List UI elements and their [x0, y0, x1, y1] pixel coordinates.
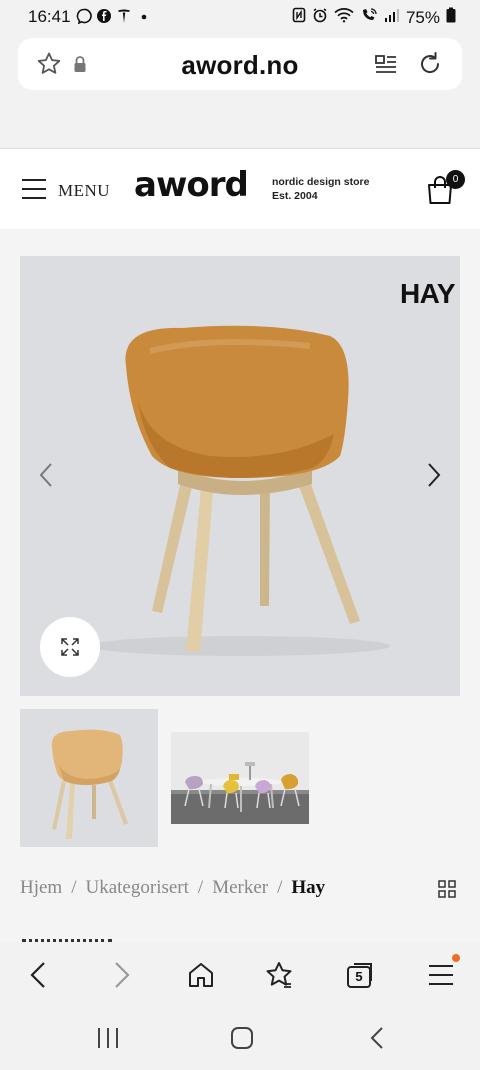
- carousel-prev-arrow-icon[interactable]: [38, 462, 54, 488]
- browser-bottom-toolbar: 5: [0, 942, 480, 1006]
- tagline-line-1: nordic design store: [272, 176, 370, 188]
- tesla-icon: [116, 8, 132, 24]
- breadcrumb-separator: /: [197, 877, 204, 898]
- site-header: MENU aword nordic design store Est. 2004…: [0, 149, 480, 229]
- cart-count-badge: 0: [446, 170, 465, 189]
- messenger-icon: [76, 8, 92, 24]
- site-tagline: nordic design store Est. 2004: [272, 175, 369, 203]
- battery-icon: [446, 7, 456, 28]
- product-thumbnail-2[interactable]: [171, 732, 309, 824]
- home-button-icon[interactable]: [230, 1026, 254, 1055]
- carousel-next-arrow-icon[interactable]: [426, 462, 442, 488]
- tab-count: 5: [347, 966, 371, 988]
- site-logo[interactable]: aword: [134, 165, 249, 205]
- breadcrumb-link-brands[interactable]: Merker: [212, 877, 268, 898]
- notification-icons: [76, 8, 152, 24]
- status-time: 16:41: [28, 7, 71, 26]
- hamburger-menu-icon[interactable]: [22, 179, 46, 199]
- browser-menu-icon[interactable]: [426, 960, 456, 990]
- android-navigation-bar: [0, 1006, 480, 1070]
- menu-button-label[interactable]: MENU: [58, 181, 110, 201]
- more-notifications-dot-icon: [136, 8, 152, 24]
- signal-icon: [384, 7, 400, 28]
- nfc-icon: [292, 7, 306, 28]
- status-bar: 16:41 75%: [0, 0, 480, 34]
- product-thumbnail-1[interactable]: [20, 709, 158, 847]
- wifi-call-icon: [360, 7, 378, 28]
- forward-arrow-icon[interactable]: [106, 960, 136, 990]
- breadcrumb-separator: /: [71, 877, 77, 898]
- breadcrumb-link-home[interactable]: Hjem: [20, 877, 62, 898]
- chair-thumbnail-image: [51, 729, 128, 839]
- battery-percent: 75%: [405, 7, 440, 27]
- expand-icon: [61, 638, 79, 656]
- breadcrumb-link-category[interactable]: Ukategorisert: [86, 877, 189, 898]
- reload-icon[interactable]: [416, 50, 444, 78]
- breadcrumb-current: Hay: [291, 877, 326, 898]
- wifi-icon: [334, 7, 354, 28]
- home-icon[interactable]: [186, 960, 216, 990]
- product-image-carousel[interactable]: HAY: [20, 256, 460, 696]
- browser-toolbar-gap: [0, 96, 480, 148]
- grid-view-icon[interactable]: [438, 880, 456, 898]
- breadcrumb: Hjem / Ukategorisert / Merker / Hay: [20, 877, 325, 899]
- system-back-icon[interactable]: [366, 1026, 390, 1055]
- facebook-icon: [96, 8, 112, 24]
- reader-mode-icon[interactable]: [374, 52, 398, 76]
- alarm-icon: [312, 7, 328, 28]
- menu-notification-dot: [452, 954, 460, 962]
- recent-apps-icon[interactable]: [96, 1026, 120, 1055]
- tabs-button[interactable]: 5: [345, 960, 375, 990]
- web-page: MENU aword nordic design store Est. 2004…: [0, 149, 480, 942]
- back-arrow-icon[interactable]: [24, 960, 54, 990]
- tagline-line-2: Est. 2004: [272, 190, 318, 202]
- chair-image: [90, 325, 390, 656]
- status-indicators: 75%: [292, 7, 456, 28]
- breadcrumb-separator: /: [277, 877, 283, 898]
- address-bar[interactable]: aword.no: [18, 38, 462, 90]
- dining-room-thumbnail-image: [171, 732, 309, 824]
- bookmarks-star-icon[interactable]: [264, 960, 294, 990]
- zoom-expand-button[interactable]: [40, 617, 100, 677]
- brand-label: HAY: [399, 278, 456, 309]
